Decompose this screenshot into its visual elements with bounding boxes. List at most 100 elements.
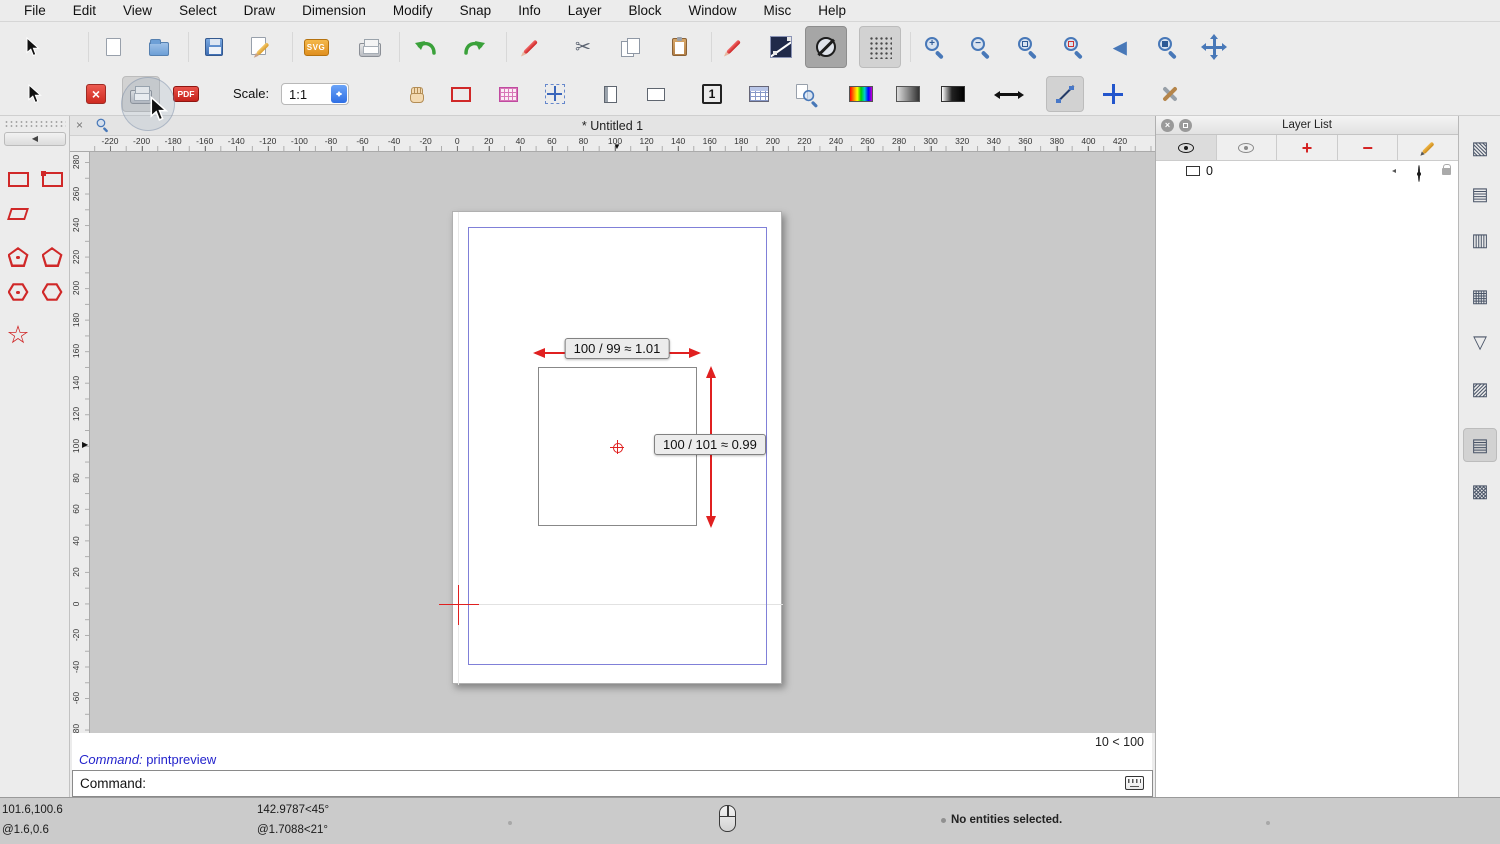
keyboard-icon[interactable] xyxy=(1125,776,1144,790)
portrait-page-button[interactable] xyxy=(591,76,629,112)
rectangle-rotated-tool[interactable] xyxy=(2,198,34,230)
menu-item-file[interactable]: File xyxy=(24,3,46,18)
command-input[interactable]: Command: xyxy=(72,770,1153,797)
paste-button[interactable] xyxy=(658,26,700,68)
widget-view-list[interactable]: ▥ xyxy=(1463,223,1497,257)
widget-library-browser[interactable]: ▨ xyxy=(1463,372,1497,406)
draw-rectangle-button[interactable] xyxy=(442,76,480,112)
polygon-2point-tool[interactable] xyxy=(36,241,68,273)
rectangle-2corner-tool[interactable] xyxy=(2,163,34,195)
add-layer-button[interactable]: + xyxy=(1277,135,1338,160)
absolute-polar-coordinate: 142.9787<45° xyxy=(257,804,329,816)
zoom-in-button[interactable]: + xyxy=(914,26,956,68)
pan-zoom-button[interactable] xyxy=(1193,26,1235,68)
menu-item-misc[interactable]: Misc xyxy=(764,3,792,18)
eraser-tool-button[interactable] xyxy=(509,26,551,68)
page-grid-button[interactable] xyxy=(740,76,778,112)
line-angle-button[interactable] xyxy=(1046,76,1084,112)
zoom-selection-button[interactable] xyxy=(1053,26,1095,68)
menu-item-edit[interactable]: Edit xyxy=(73,3,96,18)
print-preview-button[interactable] xyxy=(122,76,160,112)
widget-layer-list[interactable]: ▤ xyxy=(1463,428,1497,462)
crosshair-plus-button[interactable] xyxy=(1094,76,1132,112)
save-file-button[interactable] xyxy=(193,26,235,68)
select-tool-button[interactable] xyxy=(12,26,54,68)
undo-button[interactable] xyxy=(405,26,447,68)
gray-gradient-icon xyxy=(896,86,920,102)
rectangle-corner-size-tool[interactable] xyxy=(36,163,68,195)
hatch-button[interactable] xyxy=(489,76,527,112)
menu-item-select[interactable]: Select xyxy=(179,3,217,18)
document-tab-title[interactable]: * Untitled 1 xyxy=(70,119,1155,133)
redo-button[interactable] xyxy=(453,26,495,68)
menu-item-dimension[interactable]: Dimension xyxy=(302,3,366,18)
h-ruler-tick: 300 xyxy=(916,136,946,146)
v-ruler-tick: 0 xyxy=(71,589,81,619)
palette-collapse-button[interactable]: ◀ xyxy=(4,132,66,146)
menu-item-draw[interactable]: Draw xyxy=(244,3,276,18)
auto-zoom-button[interactable] xyxy=(1007,26,1049,68)
open-file-button[interactable] xyxy=(138,26,180,68)
center-marker-button[interactable] xyxy=(536,76,574,112)
line-width-button[interactable] xyxy=(990,76,1028,112)
select-tool-button-2[interactable] xyxy=(16,76,54,112)
export-pdf-button[interactable]: PDF xyxy=(167,76,205,112)
menu-item-block[interactable]: Block xyxy=(629,3,662,18)
show-all-layers-button[interactable] xyxy=(1156,135,1217,160)
cut-button[interactable]: ✂ xyxy=(562,26,604,68)
polygon-side-tool[interactable] xyxy=(2,276,34,308)
drawing-canvas[interactable]: 100 / 99 ≈ 1.01 100 / 101 ≈ 0.99 xyxy=(90,152,1155,733)
widget-property-editor[interactable]: ▦ xyxy=(1463,279,1497,313)
export-svg-button[interactable]: SVG xyxy=(295,26,337,68)
polygon-vertex-tool[interactable] xyxy=(36,276,68,308)
menu-item-view[interactable]: View xyxy=(123,3,152,18)
zoom-window-button[interactable] xyxy=(1147,26,1189,68)
menu-item-snap[interactable]: Snap xyxy=(460,3,492,18)
scale-select[interactable]: 1:1 xyxy=(281,83,349,105)
pen-tool-button[interactable] xyxy=(712,26,754,68)
print-button[interactable] xyxy=(349,26,391,68)
menu-item-window[interactable]: Window xyxy=(689,3,737,18)
h-ruler-position-marker: ▼ xyxy=(613,143,621,151)
menu-item-info[interactable]: Info xyxy=(518,3,541,18)
menu-item-modify[interactable]: Modify xyxy=(393,3,433,18)
full-color-button[interactable] xyxy=(842,76,880,112)
widget-3d-view[interactable]: ▧ xyxy=(1463,131,1497,165)
layer-visibility-icon[interactable] xyxy=(1418,165,1420,182)
landscape-page-button[interactable] xyxy=(637,76,675,112)
layer-lock-icon[interactable] xyxy=(1442,168,1451,175)
settings-tools-button[interactable] xyxy=(1151,76,1189,112)
new-file-button[interactable] xyxy=(92,26,134,68)
hatch-grid-icon xyxy=(499,87,518,102)
line-selection-button[interactable] xyxy=(760,26,802,68)
hide-all-layers-button[interactable] xyxy=(1217,135,1278,160)
restrict-off-button[interactable] xyxy=(805,26,847,68)
fit-one-page-button[interactable]: 1 xyxy=(693,76,731,112)
palette-drag-handle[interactable] xyxy=(4,120,66,128)
black-white-button[interactable] xyxy=(934,76,972,112)
copy-button[interactable] xyxy=(609,26,651,68)
star-icon xyxy=(8,325,29,345)
remove-layer-button[interactable]: − xyxy=(1338,135,1399,160)
zoom-out-button[interactable]: − xyxy=(960,26,1002,68)
draft-zoom-button[interactable] xyxy=(787,76,825,112)
close-preview-button[interactable]: × xyxy=(77,76,115,112)
star-tool[interactable] xyxy=(2,319,34,351)
menu-item-layer[interactable]: Layer xyxy=(568,3,602,18)
widget-selection-filter[interactable]: ▽ xyxy=(1463,325,1497,359)
h-ruler-tick: 420 xyxy=(1105,136,1135,146)
menu-item-help[interactable]: Help xyxy=(818,3,846,18)
skewed-rectangle-icon xyxy=(7,208,29,220)
selection-box-icon xyxy=(770,36,792,58)
pan-hand-button[interactable] xyxy=(397,76,435,112)
edit-drawing-button[interactable] xyxy=(240,26,282,68)
polygon-center-corner-tool[interactable] xyxy=(2,241,34,273)
edit-layer-button[interactable] xyxy=(1398,135,1458,160)
layer-row[interactable]: 0 xyxy=(1156,161,1458,181)
grid-snap-button[interactable] xyxy=(859,26,901,68)
wrench-hammer-icon xyxy=(1159,83,1181,105)
grayscale-button[interactable] xyxy=(889,76,927,112)
widget-clipboard[interactable]: ▩ xyxy=(1463,474,1497,508)
previous-view-button[interactable]: ◀ xyxy=(1099,26,1141,68)
widget-block-list[interactable]: ▤ xyxy=(1463,177,1497,211)
